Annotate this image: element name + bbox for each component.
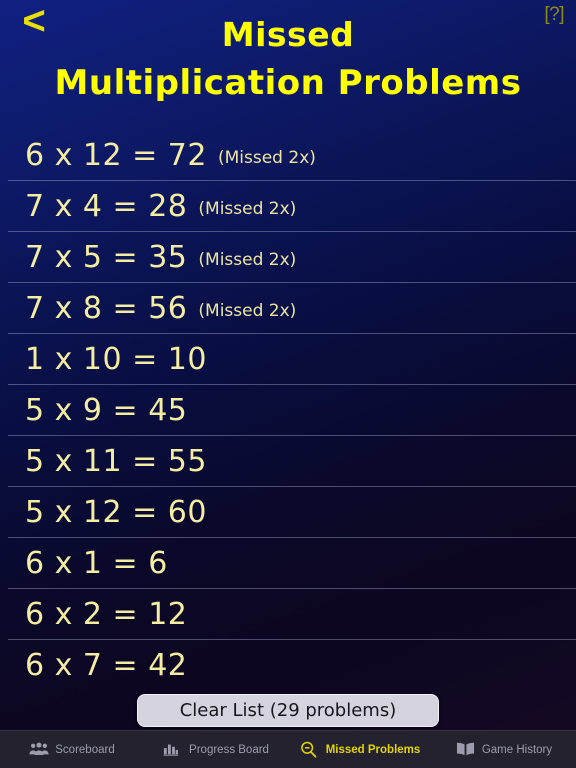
problem-expression: 5 x 12 = 60 [25, 494, 207, 530]
problem-expression: 6 x 1 = 6 [25, 545, 168, 581]
problem-missed-count-note: (Missed 2x) [217, 147, 316, 168]
missed-problems-list[interactable]: 6 x 12 = 72 (Missed 2x) 7 x 4 = 28 (Missed … [0, 130, 576, 726]
problem-row[interactable]: 7 x 8 = 56 (Missed 2x) [8, 283, 576, 334]
tab-game-history[interactable]: Game History [432, 731, 576, 768]
problem-row[interactable]: 6 x 12 = 72 (Missed 2x) [8, 130, 576, 181]
problem-expression: 5 x 9 = 45 [25, 392, 188, 428]
page-title-line-1: Missed [221, 15, 355, 54]
problem-row[interactable]: 7 x 5 = 35 (Missed 2x) [8, 232, 576, 283]
problem-row[interactable]: 5 x 9 = 45 [8, 385, 576, 436]
problem-expression: 7 x 5 = 35 [25, 239, 188, 275]
people-group-icon [29, 741, 49, 758]
problem-expression: 6 x 2 = 12 [25, 596, 188, 632]
page-header: < [?] Missed Multiplication Problems [0, 0, 576, 130]
problem-row[interactable]: 7 x 4 = 28 (Missed 2x) [8, 181, 576, 232]
problem-missed-count-note: (Missed 2x) [198, 300, 297, 321]
problem-row[interactable]: 6 x 2 = 12 [8, 589, 576, 640]
problem-row[interactable]: 1 x 10 = 10 [8, 334, 576, 385]
problem-expression: 1 x 10 = 10 [25, 341, 207, 377]
problem-row[interactable]: 6 x 1 = 6 [8, 538, 576, 589]
magnifier-minus-icon [300, 741, 320, 758]
tab-missed-problems[interactable]: Missed Problems [288, 731, 432, 768]
clear-list-button[interactable]: Clear List (29 problems) [137, 694, 439, 727]
problem-missed-count-note: (Missed 2x) [198, 249, 297, 270]
chevron-left-icon[interactable]: < [12, 1, 56, 42]
tab-scoreboard[interactable]: Scoreboard [0, 731, 144, 768]
bottom-tab-bar[interactable]: Scoreboard Progress Board Missed Problems G… [0, 730, 576, 768]
tab-label: Progress Board [189, 743, 269, 756]
problem-missed-count-note: (Missed 2x) [198, 198, 297, 219]
problem-expression: 7 x 8 = 56 [25, 290, 188, 326]
help-button[interactable]: [?] [544, 4, 564, 26]
problem-expression: 7 x 4 = 28 [25, 188, 188, 224]
app-root: < [?] Missed Multiplication Problems 6 x… [0, 0, 576, 768]
tab-label: Game History [481, 743, 553, 756]
problem-expression: 6 x 12 = 72 [25, 137, 207, 173]
problem-row[interactable]: 5 x 12 = 60 [8, 487, 576, 538]
tab-label: Missed Problems [325, 743, 421, 756]
tab-progress-board[interactable]: Progress Board [144, 731, 288, 768]
problem-expression: 5 x 11 = 55 [25, 443, 207, 479]
problem-row[interactable]: 5 x 11 = 55 [8, 436, 576, 487]
tab-label: Scoreboard [55, 743, 115, 756]
problem-expression: 6 x 7 = 42 [25, 648, 188, 683]
problem-row[interactable]: 6 x 7 = 42 [8, 640, 576, 691]
open-book-icon [456, 741, 476, 758]
page-title-line-2: Multiplication Problems [54, 63, 522, 103]
bar-chart-icon [163, 741, 183, 758]
